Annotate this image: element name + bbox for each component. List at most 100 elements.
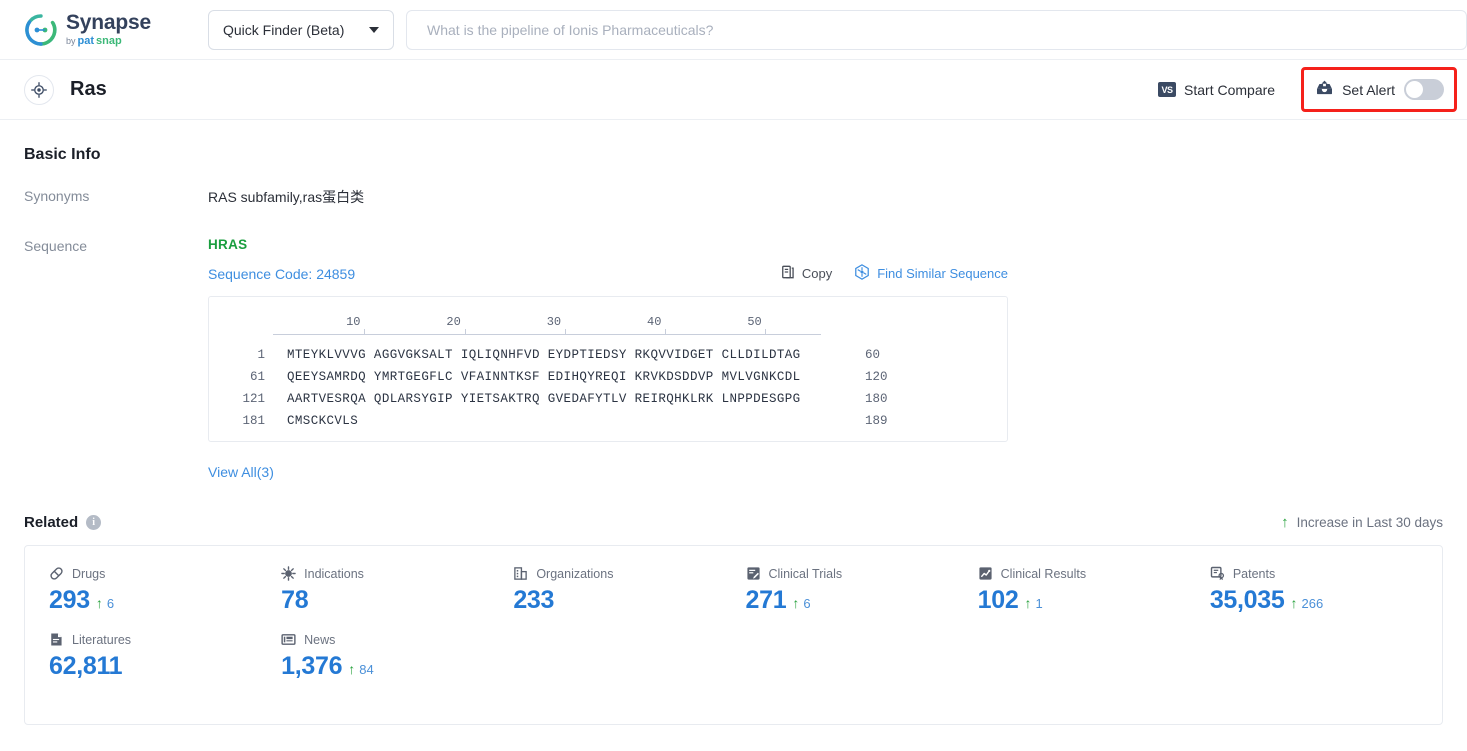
related-header: Related i ↑ Increase in Last 30 days: [24, 514, 1443, 531]
stat-label-text: Patents: [1232, 566, 1276, 581]
literature-icon: [49, 632, 64, 647]
copy-label: Copy: [801, 266, 833, 281]
target-icon: [24, 74, 54, 105]
search-input[interactable]: [425, 20, 1448, 39]
ruler-tick-label: 30: [546, 315, 562, 329]
arrow-up-icon: ↑: [95, 595, 103, 611]
sequence-residues: MTEYKLVVVG AGGVGKSALT IQLIQNHFVD EYDPTIE…: [287, 348, 801, 362]
related-stats-card: Drugs 293 ↑ 6 Indications 78 Organizations 233 C…: [24, 545, 1443, 725]
stat-cell-news[interactable]: News 1,376 ↑ 84: [281, 632, 513, 681]
find-similar-sequence-button[interactable]: Find Similar Sequence: [854, 264, 1008, 283]
stat-value-row: 293 ↑ 6: [49, 586, 281, 615]
arrow-up-icon: ↑: [1281, 514, 1289, 531]
pill-icon: [49, 566, 64, 581]
main-content: Basic Info Synonyms RAS subfamily,ras蛋白类…: [0, 146, 1467, 725]
set-alert-label: Set Alert: [1342, 81, 1395, 98]
arrow-up-icon: ↑: [1024, 595, 1032, 611]
sequence-panel: 10 20 30 40 50 1 MTEYKLVVVG AGGVGKSALT IQLIQN…: [208, 296, 1008, 442]
stat-value-row: 1,376 ↑ 84: [281, 652, 513, 681]
clinical-result-icon: [978, 566, 993, 581]
view-all-link[interactable]: View All(3): [208, 464, 274, 480]
stat-value-row: 102 ↑ 1: [978, 586, 1210, 615]
arrow-up-icon: ↑: [792, 595, 800, 611]
sequence-start-index: 1: [257, 348, 265, 362]
stat-value: 35,035: [1209, 586, 1285, 614]
synonyms-row: Synonyms RAS subfamily,ras蛋白类: [24, 187, 1443, 207]
ruler-tick-mark: [765, 329, 767, 335]
stat-value: 62,811: [49, 652, 123, 680]
set-alert-toggle[interactable]: [1404, 79, 1444, 100]
stat-cell-organizations[interactable]: Organizations 233: [513, 566, 745, 615]
stat-value-row: 78: [281, 586, 513, 615]
ruler-tick-label: 20: [446, 315, 461, 329]
stat-label: Clinical Results: [978, 566, 1210, 581]
sequence-tools: Copy Find Similar Sequence: [781, 264, 1008, 283]
patent-icon: [1210, 566, 1225, 581]
stat-label-text: Clinical Results: [1000, 566, 1087, 581]
stat-cell-indications[interactable]: Indications 78: [281, 566, 513, 615]
search-bar[interactable]: [406, 9, 1467, 50]
vs-icon: VS: [1158, 82, 1177, 97]
stat-label-text: Drugs: [72, 566, 106, 581]
stat-delta: ↑ 1: [1024, 596, 1042, 611]
stat-cell-patents[interactable]: Patents 35,035 ↑ 266: [1210, 566, 1442, 615]
sequence-residues: CMSCKCVLS: [287, 414, 359, 428]
related-heading: Related: [24, 514, 79, 531]
logo-wordmark: Synapse: [66, 11, 151, 34]
sequence-start-index: 61: [249, 370, 265, 384]
stat-cell-literatures[interactable]: Literatures 62,811: [49, 632, 281, 681]
related-stats-grid: Drugs 293 ↑ 6 Indications 78 Organizations 233 C…: [25, 566, 1442, 681]
sequence-line: 121 AARTVESRQA QDLARSYGIP YIETSAKTRQ GVED…: [231, 392, 985, 414]
stat-value-row: 233: [513, 586, 745, 615]
stat-cell-clinical-trials[interactable]: Clinical Trials 271 ↑ 6: [746, 566, 978, 615]
sequence-end-index: 120: [865, 370, 888, 384]
stat-value: 102: [977, 586, 1019, 614]
sequence-label: Sequence: [24, 238, 88, 254]
set-alert-highlight-box: Set Alert: [1301, 67, 1457, 112]
sequence-end-index: 60: [865, 348, 881, 362]
copy-button[interactable]: Copy: [781, 265, 832, 282]
stat-label: News: [281, 632, 513, 647]
sequence-end-index: 180: [865, 392, 888, 406]
start-compare-label: Start Compare: [1184, 81, 1276, 98]
arrow-up-icon: ↑: [348, 661, 356, 677]
sequence-start-index: 121: [242, 392, 265, 406]
header-actions: VS Start Compare Set Alert: [1150, 67, 1457, 112]
chevron-down-icon: [369, 26, 379, 33]
stat-cell-drugs[interactable]: Drugs 293 ↑ 6: [49, 566, 281, 615]
sequence-code-line: Sequence Code: 24859 Copy Find Similar S…: [208, 264, 1008, 283]
logo-by-text: by: [66, 36, 76, 46]
sequence-lines: 1 MTEYKLVVVG AGGVGKSALT IQLIQNHFVD EYDPTI…: [231, 348, 985, 436]
entity-header: Ras VS Start Compare Set Alert: [0, 60, 1467, 120]
copy-icon: [781, 265, 795, 282]
stat-delta-value: 266: [1301, 595, 1324, 611]
stat-delta: ↑ 266: [1291, 596, 1324, 611]
clinical-trial-icon: [746, 566, 761, 581]
sequence-row: Sequence HRAS Sequence Code: 24859 Copy …: [24, 237, 1443, 482]
toggle-knob: [1406, 81, 1423, 98]
ruler-line: [273, 334, 821, 335]
stat-value-row: 271 ↑ 6: [746, 586, 978, 615]
info-icon[interactable]: i: [86, 515, 102, 530]
virus-icon: [281, 566, 296, 581]
ruler-tick-mark: [364, 329, 366, 335]
start-compare-button[interactable]: VS Start Compare: [1150, 76, 1283, 104]
stat-label: Drugs: [49, 566, 281, 581]
quick-finder-dropdown[interactable]: Quick Finder (Beta): [208, 9, 394, 50]
alert-inbox-icon: [1316, 80, 1333, 100]
news-icon: [281, 632, 296, 647]
stat-label: Clinical Trials: [746, 566, 978, 581]
stat-delta-value: 6: [803, 595, 811, 611]
stat-label: Literatures: [49, 632, 281, 647]
app-logo[interactable]: Synapse by pat snap: [24, 12, 174, 47]
stat-delta: ↑ 84: [348, 662, 373, 677]
sequence-code-link[interactable]: Sequence Code: 24859: [208, 266, 355, 282]
stat-value-row: 35,035 ↑ 266: [1210, 586, 1442, 615]
arrow-up-icon: ↑: [1290, 595, 1298, 611]
stat-label-text: News: [304, 632, 336, 647]
ruler-tick-label: 40: [647, 315, 662, 329]
stat-delta: ↑ 6: [96, 596, 114, 611]
stat-cell-clinical-results[interactable]: Clinical Results 102 ↑ 1: [978, 566, 1210, 615]
stat-delta-value: 6: [106, 595, 115, 611]
stat-label: Organizations: [513, 566, 745, 581]
